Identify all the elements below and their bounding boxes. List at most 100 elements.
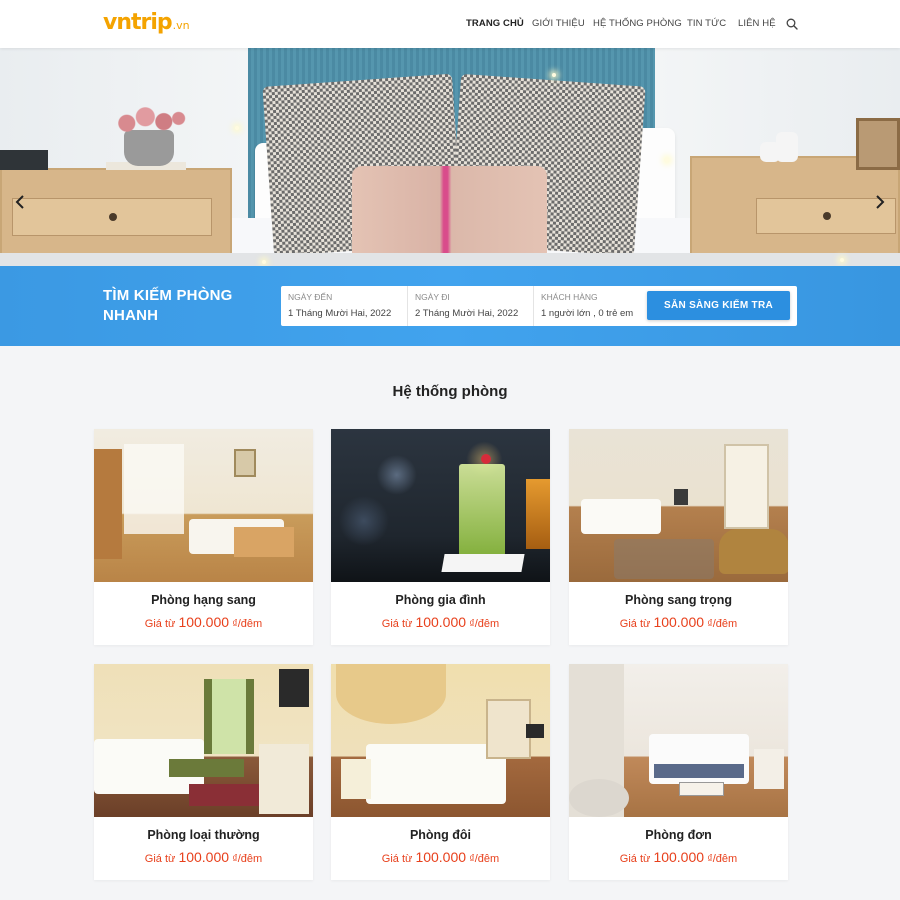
checkin-value: 1 Tháng Mười Hai, 2022 bbox=[288, 308, 392, 319]
room-image-single[interactable] bbox=[569, 664, 788, 817]
price-prefix: Giá từ bbox=[381, 618, 413, 630]
armchair bbox=[719, 529, 788, 574]
room-name: Phòng đôi bbox=[409, 828, 472, 842]
room-card[interactable]: Phòng gia đình Giá từ 100.000 ₫/đêm bbox=[331, 429, 550, 645]
desk bbox=[754, 749, 784, 789]
vntrip-logo[interactable]: vn trip .vn bbox=[103, 10, 190, 38]
logo-text-accent: trip bbox=[131, 10, 173, 35]
checkout-value: 2 Tháng Mười Hai, 2022 bbox=[415, 308, 519, 319]
rooms-section-title: Hệ thống phòng bbox=[392, 383, 508, 400]
room-card[interactable]: Phòng đôi Giá từ 100.000 ₫/đêm bbox=[331, 664, 550, 880]
price-amount: 100.000 bbox=[653, 614, 705, 630]
price-amount: 100.000 bbox=[415, 849, 467, 865]
hero-drawer bbox=[12, 198, 212, 236]
room-image-deluxe[interactable] bbox=[569, 429, 788, 582]
checkin-field[interactable]: NGÀY ĐẾN 1 Tháng Mười Hai, 2022 bbox=[281, 286, 408, 326]
price-suffix: ₫/đêm bbox=[707, 853, 738, 865]
nav-item-home[interactable]: TRANG CHỦ bbox=[466, 18, 524, 29]
price-suffix: ₫/đêm bbox=[707, 618, 738, 630]
room-image-standard[interactable] bbox=[94, 664, 313, 817]
room-name: Phòng sang trọng bbox=[625, 593, 732, 607]
price-suffix: ₫/đêm bbox=[469, 853, 500, 865]
logo-text-main: vn bbox=[103, 10, 132, 35]
price-suffix: ₫/đêm bbox=[232, 853, 263, 865]
price-amount: 100.000 bbox=[653, 849, 705, 865]
price-prefix: Giá từ bbox=[619, 618, 651, 630]
room-name: Phòng gia đình bbox=[395, 593, 486, 607]
bed bbox=[366, 744, 506, 804]
cherry bbox=[481, 454, 491, 464]
nav-item-about[interactable]: GIỚI THIỆU bbox=[532, 18, 585, 29]
chevron-left-icon[interactable] bbox=[12, 194, 28, 210]
canopy bbox=[336, 664, 446, 724]
nav-item-contact[interactable]: LIÊN HỆ bbox=[738, 18, 776, 29]
price-amount: 100.000 bbox=[415, 614, 467, 630]
site-header: vn trip .vn TRANG CHỦ GIỚI THIỆU HỆ THỐN… bbox=[0, 0, 900, 48]
room-name: Phòng loại thường bbox=[147, 828, 260, 842]
room-name: Phòng đơn bbox=[645, 828, 712, 842]
room-price: Giá từ 100.000 ₫/đêm bbox=[331, 614, 550, 630]
drink-glass bbox=[526, 479, 550, 549]
window bbox=[204, 679, 254, 754]
check-availability-button[interactable]: SẴN SÀNG KIỂM TRA bbox=[647, 291, 790, 320]
price-suffix: ₫/đêm bbox=[469, 618, 500, 630]
checkout-label: NGÀY ĐI bbox=[415, 292, 450, 302]
side-table bbox=[234, 527, 294, 557]
room-price: Giá từ 100.000 ₫/đêm bbox=[569, 849, 788, 865]
price-prefix: Giá từ bbox=[144, 618, 176, 630]
sparkle-decoration bbox=[235, 126, 239, 130]
rug bbox=[614, 539, 714, 579]
tv bbox=[279, 669, 309, 707]
quick-search-bar: TÌM KIẾM PHÒNG NHANH NGÀY ĐẾN 1 Tháng Mư… bbox=[0, 266, 900, 346]
drawer-knob bbox=[109, 213, 117, 221]
window-curtain bbox=[124, 444, 184, 534]
bench bbox=[169, 759, 244, 777]
desk bbox=[259, 744, 309, 814]
bed bbox=[581, 499, 661, 534]
room-price: Giá từ 100.000 ₫/đêm bbox=[94, 849, 313, 865]
room-name: Phòng hạng sang bbox=[151, 593, 256, 607]
logo-text-tld: .vn bbox=[172, 19, 190, 32]
hero-pillow-pink bbox=[352, 166, 547, 262]
room-card[interactable]: Phòng loại thường Giá từ 100.000 ₫/đêm bbox=[94, 664, 313, 880]
tv bbox=[526, 724, 544, 738]
room-card[interactable]: Phòng sang trọng Giá từ 100.000 ₫/đêm bbox=[569, 429, 788, 645]
hero-picture-frame bbox=[856, 118, 900, 170]
hero-flowers bbox=[112, 104, 186, 136]
guests-field[interactable]: KHÁCH HÀNG 1 người lớn , 0 trẻ em bbox=[534, 286, 642, 326]
price-prefix: Giá từ bbox=[144, 853, 176, 865]
chevron-right-icon[interactable] bbox=[872, 194, 888, 210]
room-image-luxury[interactable] bbox=[94, 429, 313, 582]
tv bbox=[674, 489, 688, 505]
sparkle-decoration bbox=[840, 258, 844, 262]
cocktail-glass bbox=[459, 464, 505, 559]
quick-search-form: NGÀY ĐẾN 1 Tháng Mười Hai, 2022 NGÀY ĐI … bbox=[281, 286, 797, 326]
rug bbox=[189, 784, 259, 806]
room-price: Giá từ 100.000 ₫/đêm bbox=[331, 849, 550, 865]
room-price: Giá từ 100.000 ₫/đêm bbox=[569, 614, 788, 630]
room-price: Giá từ 100.000 ₫/đêm bbox=[94, 614, 313, 630]
bed-runner bbox=[654, 764, 744, 778]
guests-value: 1 người lớn , 0 trẻ em bbox=[541, 308, 634, 319]
room-image-family[interactable] bbox=[331, 429, 550, 582]
nav-item-news[interactable]: TIN TỨC bbox=[687, 18, 726, 29]
hero-jar bbox=[776, 132, 798, 162]
price-suffix: ₫/đêm bbox=[232, 618, 263, 630]
cabinet bbox=[94, 449, 122, 559]
price-prefix: Giá từ bbox=[619, 853, 651, 865]
window bbox=[724, 444, 769, 529]
bench bbox=[679, 782, 724, 796]
sparkle-decoration bbox=[552, 73, 556, 77]
room-card[interactable]: Phòng đơn Giá từ 100.000 ₫/đêm bbox=[569, 664, 788, 880]
room-card[interactable]: Phòng hạng sang Giá từ 100.000 ₫/đêm bbox=[94, 429, 313, 645]
nightstand bbox=[341, 759, 371, 799]
checkin-label: NGÀY ĐẾN bbox=[288, 292, 333, 302]
drawer-knob bbox=[823, 212, 831, 220]
checkout-field[interactable]: NGÀY ĐI 2 Tháng Mười Hai, 2022 bbox=[408, 286, 534, 326]
chair bbox=[569, 779, 629, 817]
nav-item-rooms[interactable]: HỆ THỐNG PHÒNG bbox=[593, 18, 682, 29]
hero-dark-box bbox=[0, 150, 48, 170]
search-icon[interactable] bbox=[786, 18, 798, 30]
room-image-double[interactable] bbox=[331, 664, 550, 817]
price-amount: 100.000 bbox=[178, 614, 230, 630]
